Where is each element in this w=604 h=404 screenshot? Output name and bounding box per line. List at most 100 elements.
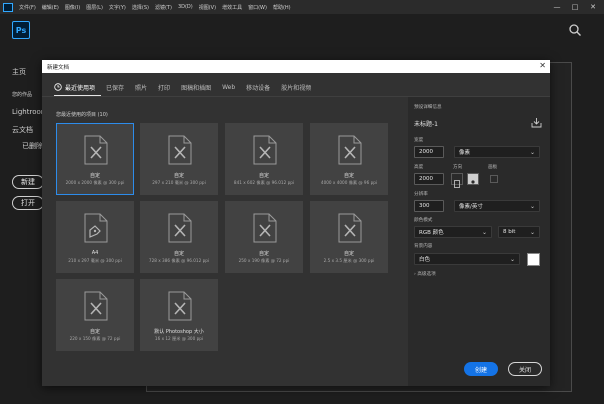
chevron-down-icon: ⌄ <box>481 229 487 236</box>
recent-items-title: 您最近使用的项目 (10) <box>56 112 108 118</box>
menu-help[interactable]: 帮助(H) <box>270 4 294 11</box>
person-icon <box>469 180 477 188</box>
preset-description: 4000 x 4000 像素 @ 96 ppi <box>320 180 378 185</box>
background-label: 背景内容 <box>414 244 433 249</box>
menu-type[interactable]: 文字(Y) <box>106 4 129 11</box>
preset-name: 自定 <box>89 173 100 179</box>
bit-depth-value: 8 bit <box>503 229 516 235</box>
preset-card[interactable]: 自定 728 x 386 像素 @ 96.012 ppi <box>140 201 218 273</box>
artboard-checkbox[interactable] <box>490 175 498 183</box>
menu-select[interactable]: 选择(S) <box>129 4 152 11</box>
resolution-input[interactable]: 300 <box>414 200 444 212</box>
advanced-options-label: 高级选项 <box>417 272 436 277</box>
preset-description: 297 x 210 毫米 @ 300 ppi <box>152 180 206 185</box>
document-preset-icon <box>168 213 192 243</box>
document-preset-icon <box>168 291 192 321</box>
preset-card[interactable]: A4 210 x 297 毫米 @ 300 ppi <box>56 201 134 273</box>
background-select[interactable]: 白色 ⌄ <box>414 253 520 265</box>
bit-depth-select[interactable]: 8 bit ⌄ <box>498 226 540 238</box>
color-mode-label: 颜色模式 <box>414 218 433 223</box>
home-open-button[interactable]: 打开 <box>12 196 44 210</box>
menu-file[interactable]: 文件(F) <box>16 4 39 11</box>
portrait-icon <box>454 180 460 188</box>
close-window-button[interactable]: ✕ <box>584 3 602 11</box>
home-nav-deleted[interactable]: 已删除 <box>22 141 43 151</box>
menu-window[interactable]: 窗口(W) <box>245 4 270 11</box>
document-preset-icon <box>253 213 277 243</box>
menu-3d[interactable]: 3D(D) <box>175 4 196 10</box>
preset-card[interactable]: 自定 2000 x 2000 像素 @ 300 ppi <box>56 123 134 195</box>
preset-card[interactable]: 自定 841 x 602 像素 @ 96.012 ppi <box>225 123 303 195</box>
tab-recent[interactable]: 最近使用项 <box>54 83 95 92</box>
tab-recent-label: 最近使用项 <box>65 84 96 92</box>
preset-name: 自定 <box>173 251 184 257</box>
portrait-orientation-button[interactable] <box>451 173 463 188</box>
tab-web[interactable]: Web <box>222 84 235 91</box>
preset-description: 220 x 150 像素 @ 72 ppi <box>69 336 121 341</box>
preset-details-panel: 预设详细信息 未标题-1 宽度 2000 像素 ⌄ 高度 方向 画板 2000 … <box>408 97 550 386</box>
home-new-button[interactable]: 新建 <box>12 175 44 189</box>
search-icon[interactable] <box>568 23 582 37</box>
menu-filter[interactable]: 滤镜(T) <box>152 4 175 11</box>
tab-mobile[interactable]: 移动设备 <box>246 83 270 92</box>
document-preset-icon <box>84 135 108 165</box>
height-label: 高度 <box>414 165 424 170</box>
artboard-label: 画板 <box>488 165 498 170</box>
preset-card[interactable]: 自定 2.5 x 3.5 厘米 @ 300 ppi <box>310 201 388 273</box>
dialog-close-icon[interactable]: ✕ <box>539 61 546 70</box>
tab-film-video[interactable]: 胶片和视频 <box>281 83 311 92</box>
chevron-down-icon: ⌄ <box>529 229 535 236</box>
background-color-swatch[interactable] <box>527 253 540 266</box>
menu-edit[interactable]: 编辑(E) <box>39 4 62 11</box>
color-mode-select[interactable]: RGB 颜色 ⌄ <box>414 226 492 238</box>
resolution-unit-select[interactable]: 像素/英寸 ⌄ <box>454 200 540 212</box>
advanced-options-toggle[interactable]: › 高级选项 <box>414 271 436 277</box>
width-unit-select[interactable]: 像素 ⌄ <box>454 146 540 158</box>
preset-card[interactable]: 自定 297 x 210 毫米 @ 300 ppi <box>140 123 218 195</box>
preset-name: 自定 <box>343 251 354 257</box>
close-button[interactable]: 关闭 <box>508 362 542 376</box>
menu-layer[interactable]: 图层(L) <box>83 4 106 11</box>
document-preset-icon <box>338 135 362 165</box>
preset-card[interactable]: 自定 220 x 150 像素 @ 72 ppi <box>56 279 134 351</box>
menu-bar: 文件(F) 编辑(E) 图像(I) 图层(L) 文字(Y) 选择(S) 滤镜(T… <box>0 0 604 14</box>
preset-card[interactable]: 默认 Photoshop 大小 16 x 12 厘米 @ 300 ppi <box>140 279 218 351</box>
orientation-label: 方向 <box>453 165 463 170</box>
home-nav-home[interactable]: 主页 <box>12 67 26 77</box>
menu-image[interactable]: 图像(I) <box>62 4 83 11</box>
preset-card[interactable]: 自定 250 x 190 像素 @ 72 ppi <box>225 201 303 273</box>
height-input[interactable]: 2000 <box>414 173 444 185</box>
tab-art-illustration[interactable]: 图稿和插图 <box>181 83 211 92</box>
tab-print[interactable]: 打印 <box>158 83 170 92</box>
app-icon <box>3 2 13 12</box>
preset-description: 16 x 12 厘米 @ 300 ppi <box>154 336 204 341</box>
save-preset-icon[interactable] <box>531 117 542 128</box>
dialog-titlebar: 新建文档 ✕ <box>42 60 550 73</box>
menu-view[interactable]: 视图(V) <box>196 4 219 11</box>
tab-saved[interactable]: 已保存 <box>106 83 124 92</box>
menu-plugins[interactable]: 增效工具 <box>219 4 245 11</box>
document-name-input[interactable]: 未标题-1 <box>414 119 438 128</box>
width-unit-value: 像素 <box>459 150 471 156</box>
preset-card[interactable]: 自定 4000 x 4000 像素 @ 96 ppi <box>310 123 388 195</box>
preset-name: 默认 Photoshop 大小 <box>154 329 204 335</box>
document-preset-icon <box>338 213 362 243</box>
preset-details-title: 预设详细信息 <box>414 105 442 110</box>
maximize-button[interactable]: □ <box>566 3 584 11</box>
print-preset-icon <box>84 213 108 243</box>
background-value: 白色 <box>419 257 431 263</box>
preset-description: 2.5 x 3.5 厘米 @ 300 ppi <box>323 258 375 263</box>
preset-name: 自定 <box>173 173 184 179</box>
preset-name: 自定 <box>258 173 269 179</box>
resolution-label: 分辨率 <box>414 192 428 197</box>
document-preset-icon <box>253 135 277 165</box>
preset-description: 728 x 386 像素 @ 96.012 ppi <box>148 258 210 263</box>
minimize-button[interactable]: — <box>548 3 566 11</box>
preset-tabs: 最近使用项 已保存 照片 打印 图稿和插图 Web 移动设备 胶片和视频 <box>54 80 322 94</box>
width-input[interactable]: 2000 <box>414 146 444 158</box>
landscape-orientation-button[interactable] <box>467 173 479 188</box>
home-nav-cloud-docs[interactable]: 云文档 <box>12 125 33 135</box>
tab-photo[interactable]: 照片 <box>135 83 147 92</box>
create-button[interactable]: 创建 <box>464 362 498 376</box>
preset-name: 自定 <box>258 251 269 257</box>
